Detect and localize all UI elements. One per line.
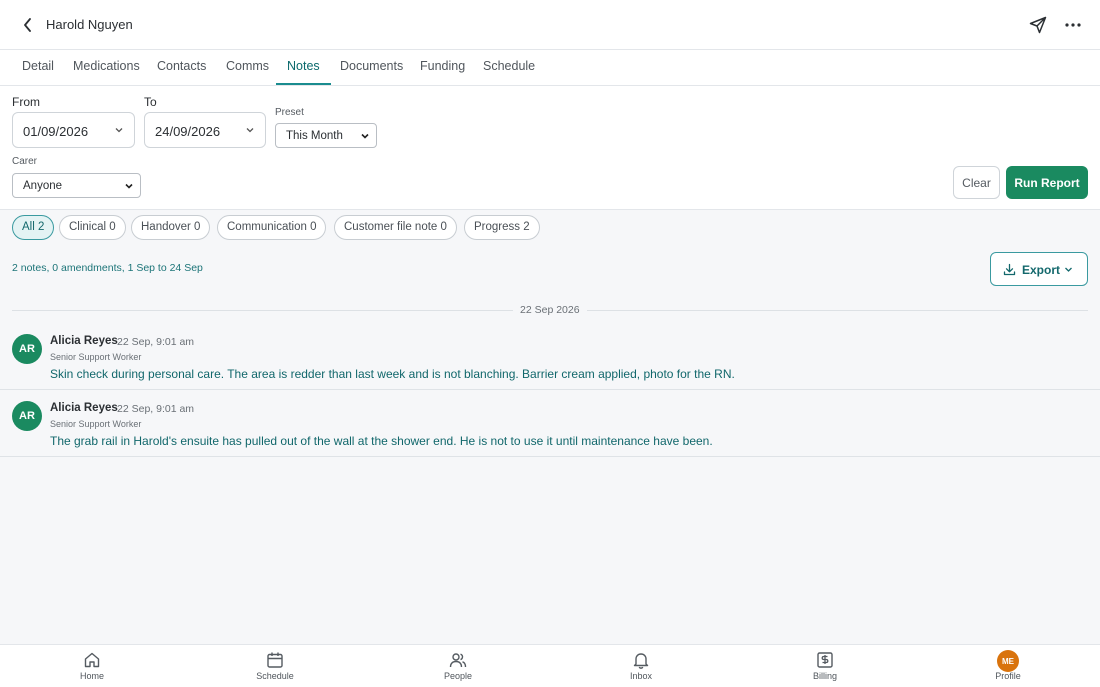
home-icon xyxy=(84,652,100,668)
chip-communication[interactable]: Communication 0 xyxy=(217,215,327,240)
nav-inbox[interactable]: Inbox xyxy=(601,645,681,687)
bottom-navigation: Home Schedule People Inbox Billing ME Pr… xyxy=(0,644,1100,687)
export-label: Export xyxy=(1022,263,1061,277)
chevron-down-icon xyxy=(361,133,369,139)
preset-select[interactable]: This Month xyxy=(275,123,377,148)
nav-inbox-label: Inbox xyxy=(629,671,653,681)
note-author: Alicia Reyes xyxy=(50,402,118,414)
chevron-left-icon xyxy=(24,18,31,32)
page-title: Harold Nguyen xyxy=(46,17,133,32)
nav-home[interactable]: Home xyxy=(52,645,132,687)
note-text: The grab rail in Harold's ensuite has pu… xyxy=(50,434,713,448)
note-item[interactable]: AR Alicia Reyes 22 Sep, 9:01 am Senior S… xyxy=(0,324,1100,390)
nav-profile-label: Profile xyxy=(995,671,1021,681)
date-group-label: 22 Sep 2026 xyxy=(513,304,587,316)
nav-home-label: Home xyxy=(79,671,104,681)
carer-label: Carer xyxy=(12,156,38,167)
tab-bar: Detail Medications Contacts Comms Notes … xyxy=(0,50,1100,86)
billing-icon xyxy=(817,652,833,668)
carer-select[interactable]: Anyone xyxy=(12,173,141,198)
preset-label: Preset xyxy=(275,107,304,118)
from-date-picker[interactable]: 01/09/2026 xyxy=(12,112,135,148)
nav-schedule-label: Schedule xyxy=(256,671,294,681)
tab-comms[interactable]: Comms xyxy=(215,50,280,85)
note-timestamp: 22 Sep, 9:01 am xyxy=(117,336,195,348)
tab-funding[interactable]: Funding xyxy=(409,50,476,85)
run-report-button[interactable]: Run Report xyxy=(1006,166,1088,199)
note-author-role: Senior Support Worker xyxy=(50,419,142,429)
chip-all[interactable]: All 2 xyxy=(12,215,55,240)
nav-profile[interactable]: ME Profile xyxy=(968,645,1048,687)
send-icon xyxy=(1029,16,1047,34)
app-header: Harold Nguyen xyxy=(0,0,1100,50)
from-date-value: 01/09/2026 xyxy=(23,124,89,139)
preset-value: This Month xyxy=(286,130,343,142)
chip-progress[interactable]: Progress 2 xyxy=(464,215,540,240)
note-text: Skin check during personal care. The are… xyxy=(50,367,735,381)
chip-customer-file-note[interactable]: Customer file note 0 xyxy=(334,215,457,240)
calendar-icon xyxy=(267,652,283,668)
more-options-button[interactable] xyxy=(1061,13,1085,37)
from-label: From xyxy=(12,95,40,109)
more-horizontal-icon xyxy=(1065,23,1081,27)
chip-handover[interactable]: Handover 0 xyxy=(131,215,211,240)
clear-button[interactable]: Clear xyxy=(953,166,1000,199)
back-button[interactable] xyxy=(18,14,38,36)
download-icon xyxy=(1003,263,1016,276)
bell-icon xyxy=(633,653,649,669)
tab-contacts[interactable]: Contacts xyxy=(146,50,217,85)
tab-documents[interactable]: Documents xyxy=(329,50,414,85)
to-label: To xyxy=(144,95,157,109)
results-summary: 2 notes, 0 amendments, 1 Sep to 24 Sep xyxy=(12,262,203,274)
nav-billing-label: Billing xyxy=(812,671,837,681)
nav-people-label: People xyxy=(443,671,473,681)
send-button[interactable] xyxy=(1026,13,1050,37)
chevron-down-icon xyxy=(125,183,133,189)
tab-detail[interactable]: Detail xyxy=(11,50,65,85)
export-button[interactable]: Export xyxy=(990,252,1088,286)
tab-schedule[interactable]: Schedule xyxy=(472,50,546,85)
to-date-value: 24/09/2026 xyxy=(155,124,221,139)
carer-value: Anyone xyxy=(23,180,63,192)
note-author-role: Senior Support Worker xyxy=(50,352,142,362)
note-timestamp: 22 Sep, 9:01 am xyxy=(117,403,195,415)
to-date-picker[interactable]: 24/09/2026 xyxy=(144,112,266,148)
tab-medications[interactable]: Medications xyxy=(62,50,151,85)
chevron-down-icon xyxy=(115,128,123,133)
avatar: AR xyxy=(12,334,42,364)
profile-avatar: ME xyxy=(997,650,1019,672)
chip-clinical[interactable]: Clinical 0 xyxy=(59,215,126,240)
tab-notes[interactable]: Notes xyxy=(276,50,331,85)
note-item[interactable]: AR Alicia Reyes 22 Sep, 9:01 am Senior S… xyxy=(0,391,1100,457)
note-author: Alicia Reyes xyxy=(50,335,118,347)
nav-schedule[interactable]: Schedule xyxy=(235,645,315,687)
nav-people[interactable]: People xyxy=(418,645,498,687)
filter-panel: From 01/09/2026 To 24/09/2026 Preset Thi… xyxy=(0,86,1100,210)
avatar: AR xyxy=(12,401,42,431)
chevron-down-icon xyxy=(1065,267,1072,272)
chevron-down-icon xyxy=(246,128,254,133)
nav-billing[interactable]: Billing xyxy=(785,645,865,687)
people-icon xyxy=(449,653,467,668)
